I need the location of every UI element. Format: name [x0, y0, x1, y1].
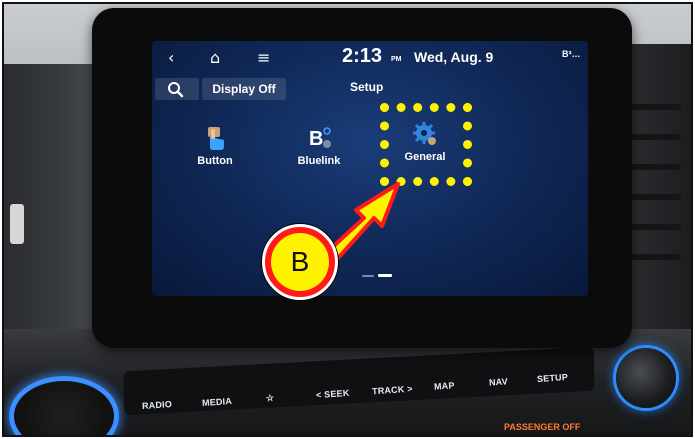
arrow-icon	[310, 182, 400, 278]
photo-frame: RADIO MEDIA ☆ < SEEK TRACK > MAP NAV SET…	[2, 2, 693, 437]
callout-badge: B	[262, 224, 338, 300]
callout-letter: B	[271, 233, 329, 291]
